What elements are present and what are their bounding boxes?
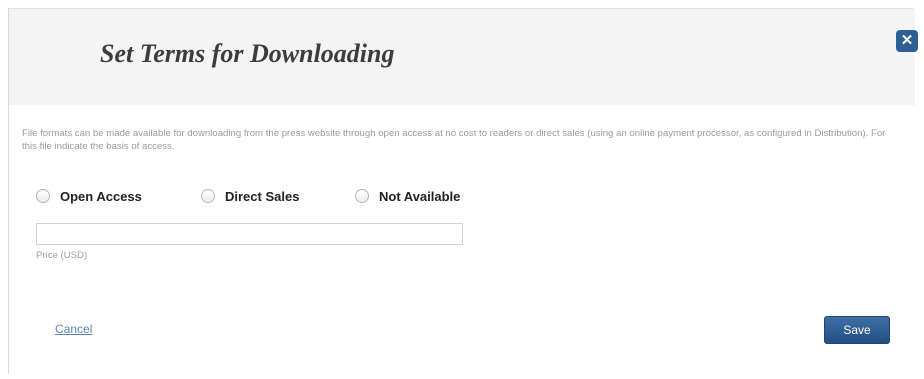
set-terms-dialog: Set Terms for Downloading ✕ File formats… [8, 8, 918, 374]
radio-direct-sales[interactable]: Direct Sales [201, 186, 299, 206]
dialog-header: Set Terms for Downloading ✕ [9, 9, 918, 105]
close-button[interactable]: ✕ [896, 30, 918, 52]
price-label: Price (USD) [36, 250, 88, 261]
price-input[interactable] [36, 223, 463, 245]
save-button[interactable]: Save [824, 316, 890, 344]
radio-button[interactable] [201, 189, 215, 203]
radio-label: Direct Sales [225, 188, 300, 204]
radio-open-access[interactable]: Open Access [36, 186, 142, 206]
radio-button[interactable] [36, 189, 50, 203]
dialog-title: Set Terms for Downloading [100, 39, 395, 68]
radio-not-available[interactable]: Not Available [355, 186, 460, 206]
radio-label: Not Available [379, 188, 461, 204]
cancel-link[interactable]: Cancel [55, 322, 92, 336]
description-text: File formats can be made available for d… [22, 128, 886, 152]
radio-label: Open Access [60, 188, 142, 204]
close-icon: ✕ [900, 32, 914, 49]
radio-button[interactable] [355, 189, 369, 203]
